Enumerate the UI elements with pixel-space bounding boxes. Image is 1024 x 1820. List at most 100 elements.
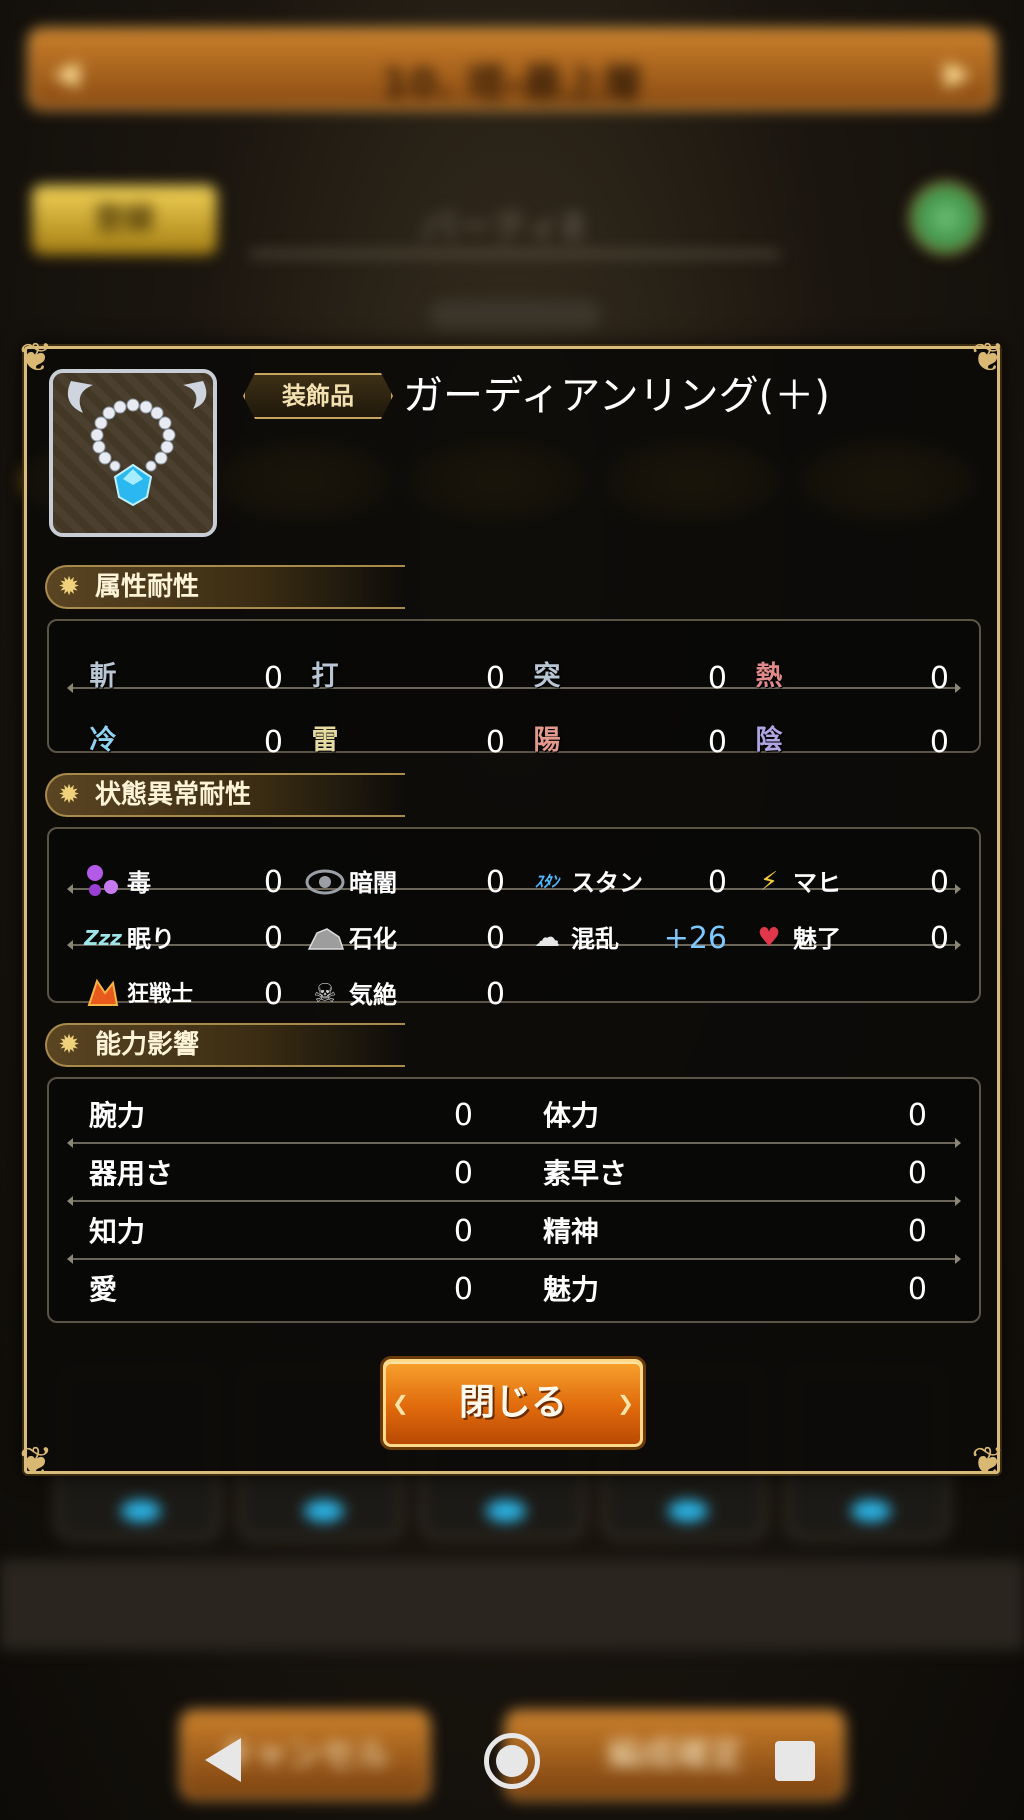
- background-strip: [0, 1560, 1024, 1650]
- element-cell: 雷 0: [305, 719, 525, 767]
- element-value: 0: [707, 661, 727, 696]
- status-value: 0: [707, 865, 727, 900]
- corner-ornament-icon: ❦: [19, 1439, 53, 1485]
- strike-element-icon: 打: [311, 661, 339, 692]
- ability-value: 0: [453, 1156, 473, 1191]
- sleep-icon: Zzz: [84, 926, 122, 950]
- back-triangle-icon[interactable]: [205, 1738, 241, 1782]
- element-cell: 陽 0: [527, 719, 747, 767]
- status-label: マヒ: [793, 869, 841, 897]
- row-divider: [67, 1138, 961, 1148]
- status-value: 0: [263, 865, 283, 900]
- ability-value: 0: [907, 1214, 927, 1249]
- thunder-element-icon: 雷: [311, 725, 339, 756]
- close-button-label: 閉じる: [458, 1382, 567, 1423]
- element-cell: 冷 0: [83, 719, 303, 767]
- ability-label: 知力: [89, 1215, 146, 1248]
- status-label: 気絶: [349, 981, 397, 1009]
- home-circle-icon[interactable]: [484, 1733, 540, 1789]
- paralysis-icon: ⚡: [759, 867, 779, 897]
- background-title-bar: ◀ 10. 塔-最上層 ▶: [28, 28, 996, 110]
- heat-element-icon: 熱: [755, 661, 783, 692]
- status-cell: ☁ 混乱 +26: [527, 915, 747, 963]
- ability-label: 素早さ: [543, 1157, 628, 1190]
- status-label: 毒: [127, 869, 151, 897]
- status-cell: Zzz 眠り 0: [83, 915, 303, 963]
- background-party-underline: [250, 252, 780, 256]
- status-value: 0: [929, 865, 949, 900]
- element-value: 0: [263, 661, 283, 696]
- status-cell: 暗闇 0: [305, 859, 525, 907]
- status-value: 0: [485, 977, 505, 1012]
- ability-value: 0: [453, 1272, 473, 1307]
- pearl-necklace-with-blue-gem-icon: [49, 369, 217, 537]
- slash-element-icon: 斬: [89, 661, 117, 692]
- confusion-icon: ☁: [534, 923, 560, 953]
- section-header-elements: ✹ 属性耐性: [45, 565, 405, 609]
- background-party-label: パーティ8: [420, 207, 585, 248]
- ability-label: 腕力: [89, 1099, 146, 1132]
- status-value: 0: [485, 865, 505, 900]
- background-refresh-icon: [910, 182, 982, 254]
- next-arrow-icon: ▶: [944, 53, 971, 93]
- row-divider: [67, 1196, 961, 1206]
- element-cell: 陰 0: [749, 719, 969, 767]
- element-value: 0: [707, 725, 727, 760]
- ability-effect-panel: [47, 1077, 981, 1323]
- close-button[interactable]: ❮ 閉じる ❯: [383, 1359, 643, 1447]
- status-label: 魅了: [793, 925, 841, 953]
- status-label: 狂戦士: [127, 982, 194, 1007]
- element-cell: 斬 0: [83, 655, 303, 703]
- background-set-button: 登録: [32, 185, 217, 255]
- ability-value: 0: [453, 1098, 473, 1133]
- recent-apps-square-icon[interactable]: [775, 1741, 815, 1781]
- ability-value: 0: [907, 1098, 927, 1133]
- element-value: 0: [929, 725, 949, 760]
- section-header-status: ✹ 状態異常耐性: [45, 773, 405, 817]
- ability-value: 0: [453, 1214, 473, 1249]
- ability-label: 体力: [543, 1099, 600, 1132]
- status-value: 0: [485, 921, 505, 956]
- ability-value: 0: [907, 1272, 927, 1307]
- status-cell: 毒 0: [83, 859, 303, 907]
- corner-ornament-icon: ❦: [971, 335, 1005, 381]
- petrify-icon: [305, 919, 345, 957]
- section-header-abilities: ✹ 能力影響: [45, 1023, 405, 1067]
- charm-heart-icon: ♥: [757, 923, 781, 953]
- ability-value: 0: [907, 1156, 927, 1191]
- ability-label: 精神: [543, 1215, 600, 1248]
- cold-element-icon: 冷: [89, 725, 117, 756]
- status-value: 0: [263, 977, 283, 1012]
- ability-label: 魅力: [543, 1273, 600, 1306]
- element-cell: 熱 0: [749, 655, 969, 703]
- berserk-icon: [83, 975, 123, 1013]
- faint-skull-icon: ☠: [313, 979, 337, 1009]
- ability-label: 器用さ: [89, 1157, 174, 1190]
- status-label: スタン: [571, 869, 643, 897]
- status-cell: ♥ 魅了 0: [749, 915, 969, 963]
- status-label: 石化: [349, 925, 397, 953]
- dark-element-icon: 陰: [755, 725, 783, 756]
- poison-icon: [83, 863, 123, 901]
- status-label: 暗闇: [349, 869, 397, 897]
- item-detail-modal: ❦ ❦ ❦ ❦ 装飾品 ガーディアンリング(＋) ✹ 属性耐性 ✹ 状態異常耐性…: [19, 335, 1005, 1485]
- button-ornament-icon: ❯: [617, 1391, 634, 1415]
- background-title: 10. 塔-最上層: [381, 61, 643, 107]
- status-value: 0: [263, 921, 283, 956]
- row-divider: [67, 1254, 961, 1264]
- status-label: 眠り: [127, 925, 175, 953]
- element-value: 0: [485, 661, 505, 696]
- status-cell: ☠ 気絶 0: [305, 971, 525, 1019]
- blind-eye-icon: [305, 863, 345, 901]
- status-cell: 狂戦士 0: [83, 971, 303, 1019]
- element-value: 0: [929, 661, 949, 696]
- element-cell: 打 0: [305, 655, 525, 703]
- sun-emblem-icon: ✹: [58, 572, 80, 602]
- sun-emblem-icon: ✹: [58, 780, 80, 810]
- status-value-positive: +26: [663, 921, 727, 956]
- ability-label: 愛: [89, 1273, 118, 1306]
- item-name: ガーディアンリング(＋): [403, 373, 830, 419]
- status-value: 0: [929, 921, 949, 956]
- status-cell: ｽﾀﾝ スタン 0: [527, 859, 747, 907]
- element-value: 0: [485, 725, 505, 760]
